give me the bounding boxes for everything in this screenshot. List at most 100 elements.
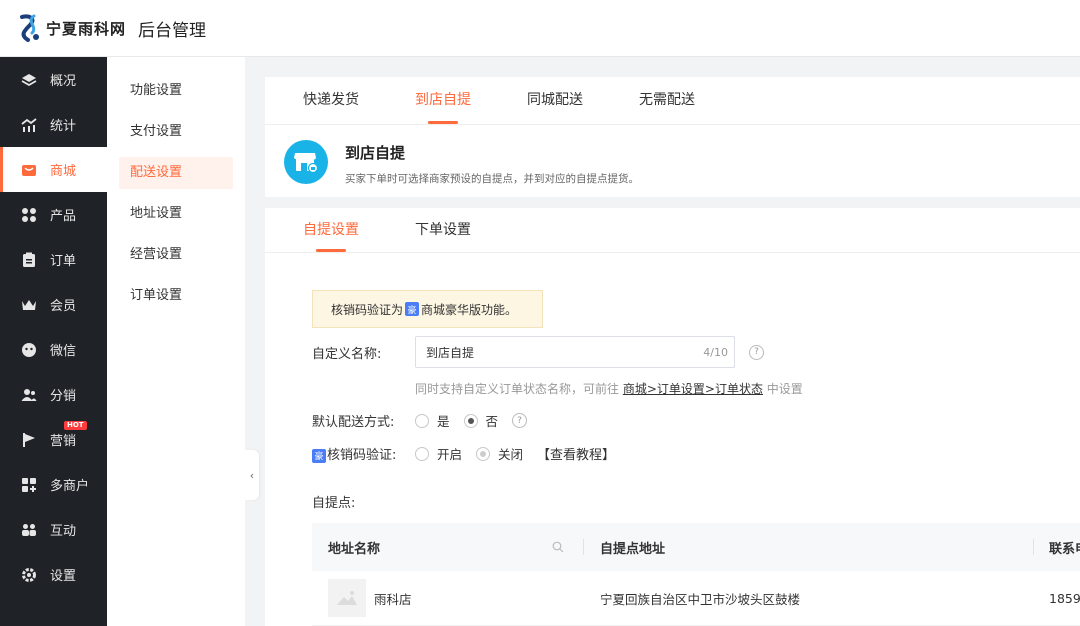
- flag-icon: [20, 431, 38, 449]
- mall-icon: [20, 161, 38, 179]
- radio-default-no[interactable]: 否: [463, 411, 499, 430]
- search-icon[interactable]: [552, 541, 564, 553]
- sidebar-item-label: 产品: [50, 209, 77, 224]
- radio-label: 否: [485, 414, 499, 429]
- sidebar-item-marketing[interactable]: 营销 HOT: [0, 417, 107, 462]
- hint-suffix: 中设置: [766, 382, 803, 396]
- sidebar-item-interaction[interactable]: 互动: [0, 507, 107, 552]
- cell-pickup-address: 宁夏回族自治区中卫市沙坡头区鼓楼: [600, 591, 801, 607]
- sidebar-item-distribution[interactable]: 分销: [0, 372, 107, 417]
- tab-same-city[interactable]: 同城配送: [527, 77, 583, 124]
- hot-badge: HOT: [64, 421, 87, 430]
- radio-default-yes[interactable]: 是: [415, 411, 450, 430]
- table-row[interactable]: 雨科店 宁夏回族自治区中卫市沙坡头区鼓楼 1859: [312, 571, 1080, 626]
- pickup-table-header: 地址名称 自提点地址 联系电: [312, 523, 1080, 571]
- sidebar-item-statistics[interactable]: 统计: [0, 102, 107, 147]
- cell-phone: 1859: [1049, 590, 1080, 606]
- diamond-icon: [20, 71, 38, 89]
- help-icon[interactable]: ?: [749, 344, 764, 360]
- radio-label: 关闭: [498, 447, 524, 462]
- column-phone: 联系电: [1034, 523, 1080, 571]
- help-icon[interactable]: ?: [512, 413, 528, 428]
- store-icon: [284, 140, 328, 184]
- premium-notice: 核销码验证为 豪 商城豪华版功能。: [312, 290, 543, 328]
- sidebar-item-product[interactable]: 产品: [0, 192, 107, 237]
- default-delivery-label: 默认配送方式:: [312, 415, 395, 430]
- sidebar-item-settings[interactable]: 设置: [0, 552, 107, 597]
- delivery-type-tabs: 快递发货 到店自提 同城配送 无需配送: [265, 77, 1080, 125]
- custom-name-input[interactable]: 到店自提 4/10: [415, 336, 735, 368]
- sidebar-item-label: 微信: [50, 344, 77, 359]
- radio-label: 是: [437, 414, 450, 429]
- custom-name-hint: 同时支持自定义订单状态名称，可前往 商城>订单设置>订单状态 中设置: [415, 380, 803, 397]
- gear-icon: [20, 566, 38, 584]
- column-label: 地址名称: [328, 541, 381, 557]
- verify-code-label-wrap: 豪核销码验证:: [312, 444, 415, 463]
- radio-circle: [415, 446, 429, 461]
- sidebar-item-order[interactable]: 订单: [0, 237, 107, 282]
- view-tutorial-link[interactable]: 【查看教程】: [537, 444, 615, 463]
- sidebar-item-label: 会员: [50, 299, 77, 314]
- verify-code-label: 核销码验证:: [327, 448, 397, 463]
- custom-name-row: 自定义名称: 到店自提 4/10 ?: [312, 336, 764, 368]
- sidebar-item-label: 统计: [50, 119, 77, 134]
- tab-pickup-settings[interactable]: 自提设置: [303, 208, 359, 252]
- column-label: 联系电: [1049, 541, 1080, 557]
- banner-description: 买家下单时可选择商家预设的自提点，并到对应的自提点提货。: [345, 173, 639, 185]
- top-header: 宁夏雨科网 后台管理: [0, 0, 1080, 57]
- subnav-item-function-settings[interactable]: 功能设置: [119, 75, 233, 107]
- sidebar-item-wechat[interactable]: 微信: [0, 327, 107, 372]
- notice-suffix: 商城豪华版功能。: [421, 302, 518, 317]
- subnav-item-business-settings[interactable]: 经营设置: [119, 239, 233, 271]
- radio-circle: [415, 413, 429, 428]
- shop-icon: [20, 476, 38, 494]
- sidebar-item-overview[interactable]: 概况: [0, 57, 107, 102]
- custom-name-value: 到店自提: [426, 345, 475, 360]
- delivery-type-card: 快递发货 到店自提 同城配送 无需配送 到店自提 买家下单时可选择商家预设的自提…: [265, 77, 1080, 197]
- sidebar-item-label: 营销: [50, 434, 77, 449]
- sidebar-item-member[interactable]: 会员: [0, 282, 107, 327]
- radio-verify-off[interactable]: 关闭: [476, 444, 523, 463]
- column-pickup-address: 自提点地址: [584, 523, 1034, 571]
- grid-icon: [20, 206, 38, 224]
- tab-no-delivery[interactable]: 无需配送: [639, 77, 695, 124]
- tab-order-settings[interactable]: 下单设置: [415, 208, 471, 252]
- subnav-item-payment-settings[interactable]: 支付设置: [119, 116, 233, 148]
- sidebar-item-label: 多商户: [50, 479, 90, 494]
- brand-name: 宁夏雨科网: [46, 19, 127, 38]
- sidebar-item-label: 互动: [50, 524, 77, 539]
- subnav-item-address-settings[interactable]: 地址设置: [119, 198, 233, 230]
- hint-prefix: 同时支持自定义订单状态名称，可前往: [415, 382, 620, 396]
- wechat-icon: [20, 341, 38, 359]
- sidebar-item-label: 订单: [50, 254, 77, 269]
- char-counter: 4/10: [703, 345, 728, 359]
- verify-code-row: 豪核销码验证: 开启 关闭 【查看教程】: [312, 444, 615, 463]
- custom-name-label: 自定义名称:: [312, 346, 382, 362]
- subnav-item-delivery-settings[interactable]: 配送设置: [119, 157, 233, 189]
- sidebar-item-label: 分销: [50, 389, 77, 404]
- clipboard-icon: [20, 251, 38, 269]
- collapse-sidebar-button[interactable]: ‹: [245, 450, 259, 500]
- column-label: 自提点地址: [600, 541, 666, 557]
- sidebar-item-mall[interactable]: 商城: [0, 147, 107, 192]
- pickup-banner: 到店自提 买家下单时可选择商家预设的自提点，并到对应的自提点提货。: [265, 125, 1080, 186]
- radio-label: 开启: [437, 447, 463, 462]
- users-icon: [20, 386, 38, 404]
- radio-verify-on[interactable]: 开启: [415, 444, 462, 463]
- tab-store-pickup[interactable]: 到店自提: [415, 77, 471, 124]
- cell-address-name: 雨科店: [312, 579, 584, 617]
- secondary-sidebar: 功能设置 支付设置 配送设置 地址设置 经营设置 订单设置: [107, 57, 245, 626]
- radio-circle-checked: [463, 413, 478, 428]
- tab-express[interactable]: 快递发货: [303, 77, 359, 124]
- column-address-name: 地址名称: [312, 523, 584, 571]
- crown-icon: [20, 296, 38, 314]
- sidebar-item-multi-merchant[interactable]: 多商户: [0, 462, 107, 507]
- brand-logo-icon: [20, 14, 39, 42]
- app-title: 后台管理: [138, 20, 207, 41]
- subnav-item-order-settings[interactable]: 订单设置: [119, 280, 233, 312]
- pickup-points-label: 自提点:: [312, 496, 356, 511]
- sidebar-item-label: 概况: [50, 74, 77, 89]
- main-sidebar: 概况 统计 商城 产品 订单 会员 微信 分销 营销 HOT 多商户 互动 设置: [0, 57, 107, 626]
- settings-tabs: 自提设置 下单设置: [265, 208, 1080, 253]
- order-status-link[interactable]: 商城>订单设置>订单状态: [623, 382, 763, 396]
